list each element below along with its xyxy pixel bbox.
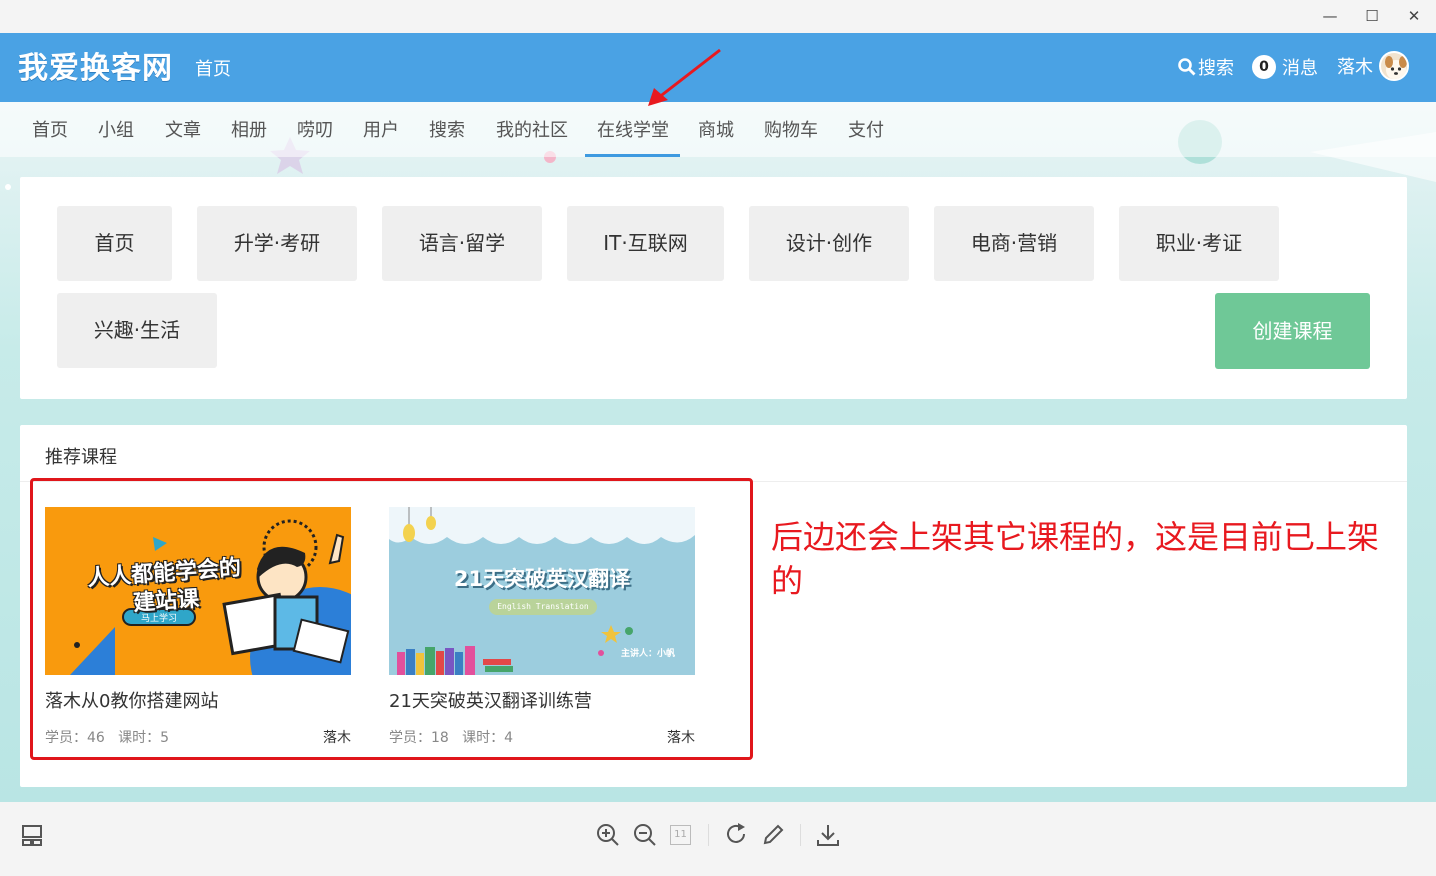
course-author-1[interactable]: 落木 xyxy=(323,727,351,747)
nav-item-chatter[interactable]: 唠叨 xyxy=(297,116,333,142)
header-home-link[interactable]: 首页 xyxy=(195,55,231,81)
course-stats-2: 学员：18 课时：4 xyxy=(389,730,514,746)
nav-item-cart[interactable]: 购物车 xyxy=(764,116,818,142)
thumb-2-speaker: 主讲人：小帆 xyxy=(621,649,676,659)
course-name-1[interactable]: 落木从0教你搭建网站 xyxy=(45,687,351,713)
nav-item-payment[interactable]: 支付 xyxy=(848,116,884,142)
avatar xyxy=(1379,51,1409,81)
header-username: 落木 xyxy=(1337,57,1373,78)
category-it-button[interactable]: IT·互联网 xyxy=(567,206,724,281)
actual-size-button[interactable]: 11 xyxy=(670,825,691,845)
maximize-button[interactable]: ☐ xyxy=(1357,4,1387,29)
toolbar-separator xyxy=(800,824,801,846)
red-arrow-annotation xyxy=(648,48,721,106)
messages-count-badge: 0 xyxy=(1252,55,1276,79)
header-search-link[interactable]: 搜索 xyxy=(1178,54,1234,80)
nav-active-indicator xyxy=(585,154,680,157)
category-language-button[interactable]: 语言·留学 xyxy=(382,206,542,281)
course-author-2[interactable]: 落木 xyxy=(667,727,695,747)
viewer-toolbar: 11 xyxy=(0,802,1436,876)
nav-item-groups[interactable]: 小组 xyxy=(98,116,134,142)
category-ecommerce-button[interactable]: 电商·营销 xyxy=(934,206,1094,281)
course-card-1[interactable]: 人人都能学会的 建站课 马上学习 落木从0教你搭建网站 学员：46 课时：5 落… xyxy=(45,507,351,747)
thumb-2-title: 21天突破英汉翻译 xyxy=(453,567,631,591)
annotation-note: 后边还会上架其它课程的，这是目前已上架的 xyxy=(771,518,1380,600)
toolbar-separator xyxy=(708,824,709,846)
header-messages-label: 消息 xyxy=(1282,58,1318,79)
header-search-label: 搜索 xyxy=(1198,58,1234,79)
search-icon xyxy=(1178,58,1196,76)
course-name-2[interactable]: 21天突破英汉翻译训练营 xyxy=(389,687,695,713)
close-button[interactable]: ✕ xyxy=(1399,4,1429,29)
recommended-title: 推荐课程 xyxy=(45,447,117,468)
nav-item-online-school[interactable]: 在线学堂 xyxy=(597,116,669,142)
page-number: 11 xyxy=(674,829,687,840)
course-thumbnail-1: 人人都能学会的 建站课 马上学习 xyxy=(45,507,351,675)
layout-toggle-icon[interactable] xyxy=(20,822,46,848)
course-thumbnail-2: 21天突破英汉翻译 English Translation 主讲人：小帆 xyxy=(389,507,695,675)
thumb-1-tag: 马上学习 xyxy=(140,614,177,624)
course-card-2[interactable]: 21天突破英汉翻译 English Translation 主讲人：小帆 21天… xyxy=(389,507,695,747)
rotate-icon[interactable] xyxy=(723,822,749,848)
course-meta-2: 学员：18 课时：4 落木 xyxy=(389,727,695,747)
minimize-button[interactable]: — xyxy=(1315,4,1345,29)
nav-item-albums[interactable]: 相册 xyxy=(231,116,267,142)
category-panel: 首页 升学·考研 语言·留学 IT·互联网 设计·创作 电商·营销 职业·考证 … xyxy=(20,177,1407,399)
nav-item-my-community[interactable]: 我的社区 xyxy=(496,116,568,142)
nav-item-articles[interactable]: 文章 xyxy=(165,116,201,142)
course-meta-1: 学员：46 课时：5 落木 xyxy=(45,727,351,747)
nav-item-mall[interactable]: 商城 xyxy=(698,116,734,142)
course-stats-1: 学员：46 课时：5 xyxy=(45,730,170,746)
download-icon[interactable] xyxy=(815,822,841,848)
site-logo[interactable]: 我爱换客网 xyxy=(18,43,173,87)
header-user-menu[interactable]: 落木 xyxy=(1337,51,1409,81)
category-home-button[interactable]: 首页 xyxy=(57,206,172,281)
nav-item-search[interactable]: 搜索 xyxy=(429,116,465,142)
thumb-2-subtitle: English Translation xyxy=(497,602,589,611)
category-exam-button[interactable]: 升学·考研 xyxy=(197,206,357,281)
nav-item-home[interactable]: 首页 xyxy=(32,116,68,142)
category-hobby-button[interactable]: 兴趣·生活 xyxy=(57,293,217,368)
edit-pencil-icon[interactable] xyxy=(760,822,786,848)
zoom-in-icon[interactable] xyxy=(595,822,621,848)
nav-item-users[interactable]: 用户 xyxy=(363,116,399,142)
window-titlebar: — ☐ ✕ xyxy=(0,0,1436,33)
recommended-courses-panel: 推荐课程 人人都能学会的 建站课 马上学习 落木从0教你搭建网站 学员：46 课… xyxy=(20,425,1407,787)
category-career-button[interactable]: 职业·考证 xyxy=(1119,206,1279,281)
category-design-button[interactable]: 设计·创作 xyxy=(749,206,909,281)
create-course-button[interactable]: 创建课程 xyxy=(1215,293,1370,369)
header-messages-link[interactable]: 0 消息 xyxy=(1252,54,1318,80)
zoom-out-icon[interactable] xyxy=(632,822,658,848)
